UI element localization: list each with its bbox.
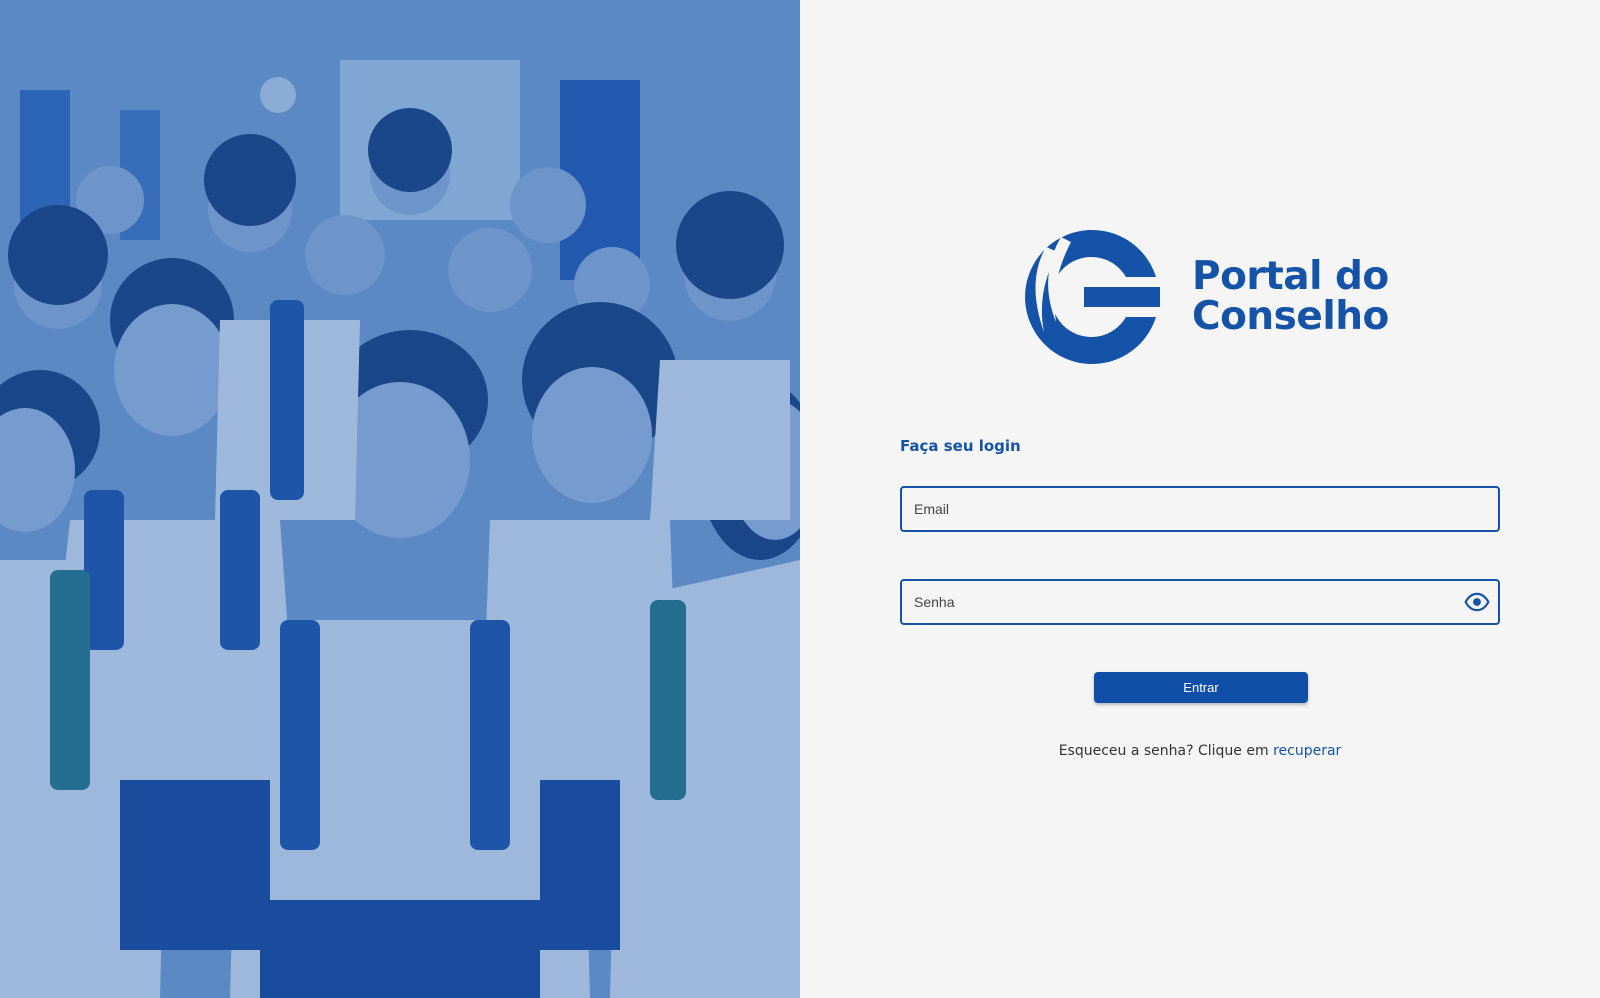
email-field[interactable] bbox=[902, 488, 1498, 530]
brand-name-line1: Portal do bbox=[1192, 254, 1389, 299]
recover-password-text: Esqueceu a senha? Clique em recuperar bbox=[900, 743, 1500, 759]
login-title: Faça seu login bbox=[900, 437, 1021, 455]
recover-prompt: Esqueceu a senha? Clique em bbox=[1058, 743, 1269, 759]
password-field-wrapper bbox=[900, 579, 1500, 625]
hero-overlay bbox=[0, 0, 800, 998]
login-page: Portal do Conselho Faça seu login Entrar… bbox=[0, 0, 1600, 998]
recover-link[interactable]: recuperar bbox=[1273, 743, 1341, 759]
brand-name: Portal do Conselho bbox=[1192, 257, 1389, 337]
brand-logo: Portal do Conselho bbox=[1016, 222, 1389, 372]
email-field-wrapper bbox=[900, 486, 1500, 532]
login-button[interactable]: Entrar bbox=[1094, 672, 1308, 703]
portal-logo-icon bbox=[1025, 230, 1160, 364]
eye-icon[interactable] bbox=[1464, 589, 1490, 615]
password-field[interactable] bbox=[902, 581, 1464, 623]
hero-image bbox=[0, 0, 800, 998]
brand-name-line2: Conselho bbox=[1192, 294, 1389, 339]
